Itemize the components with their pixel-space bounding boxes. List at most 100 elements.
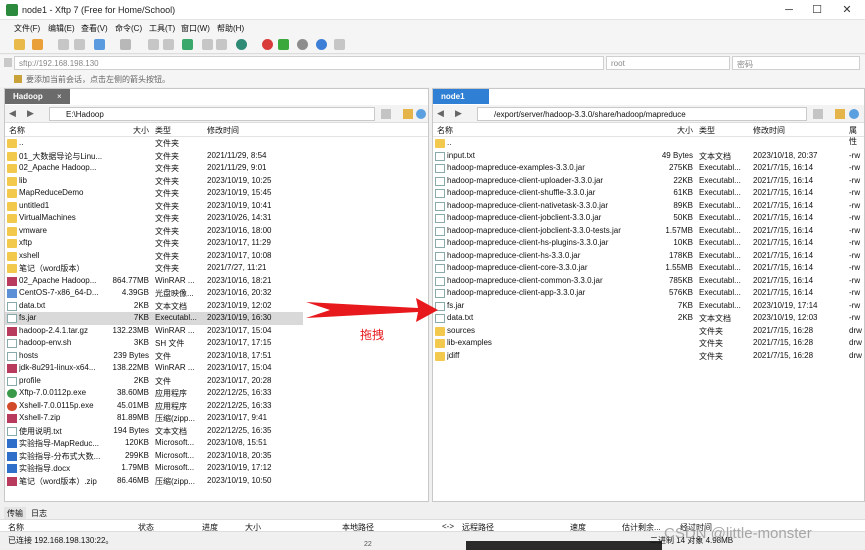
local-file-row[interactable]: Xftp-7.0.0112p.exe 38.60MB 应用程序 2022/12/25,… — [5, 387, 303, 400]
local-file-row[interactable]: 笔记（word版本） 文件夹 2021/7/27, 11:21 — [5, 262, 303, 275]
menu-help[interactable]: 帮助(H) — [217, 23, 244, 34]
remote-file-row[interactable]: hadoop-mapreduce-client-jobclient-3.3.0.… — [433, 212, 864, 225]
local-file-row[interactable]: data.txt 2KB 文本文档 2023/10/19, 12:02 — [5, 300, 303, 313]
remote-file-row[interactable]: hadoop-mapreduce-examples-3.3.0.jar 275KB… — [433, 162, 864, 175]
remote-file-row[interactable]: lib-examples 文件夹 2021/7/15, 16:28 drw — [433, 337, 864, 350]
local-file-row[interactable]: vmware 文件夹 2023/10/16, 18:00 — [5, 225, 303, 238]
local-file-row[interactable]: 实验指导-MapReduc... 120KB Microsoft... 2023/10… — [5, 437, 303, 450]
col-size[interactable]: 大小 — [677, 125, 693, 136]
bookmark-icon[interactable] — [813, 109, 823, 119]
remote-file-row[interactable]: input.txt 49 Bytes 文本文档 2023/10/18, 20:37 -r… — [433, 150, 864, 163]
local-file-row[interactable]: 实验指导-分布式大数... 299KB Microsoft... 2023/10/18… — [5, 450, 303, 463]
refresh-icon[interactable] — [416, 109, 426, 119]
remote-file-row[interactable]: hadoop-mapreduce-client-jobclient-3.3.0-… — [433, 225, 864, 238]
local-file-row[interactable]: MapReduceDemo 文件夹 2023/10/19, 15:45 — [5, 187, 303, 200]
upload-icon[interactable] — [202, 39, 213, 50]
local-file-row[interactable]: xftp 文件夹 2023/10/17, 11:29 — [5, 237, 303, 250]
close-icon[interactable]: ✕ — [832, 2, 862, 18]
close-icon[interactable]: × — [57, 92, 62, 101]
menu-tools[interactable]: 工具(T) — [149, 23, 175, 34]
remote-file-row[interactable]: hadoop-mapreduce-client-common-3.3.0.jar… — [433, 275, 864, 288]
local-file-row[interactable]: 实验指导.docx 1.79MB Microsoft... 2023/10/19, 1… — [5, 462, 303, 475]
remote-file-row[interactable]: hadoop-mapreduce-client-shuffle-3.3.0.ja… — [433, 187, 864, 200]
local-file-row[interactable]: 01_大数据导论与Linu... 文件夹 2021/11/29, 8:54 — [5, 150, 303, 163]
local-path-input[interactable]: E:\Hadoop — [49, 107, 375, 121]
local-file-row[interactable]: fs.jar 7KB Executabl... 2023/10/19, 16:30 — [5, 312, 303, 325]
tab-local[interactable]: Hadoop × — [5, 89, 70, 104]
local-file-row[interactable]: CentOS-7-x86_64-D... 4.39GB 光盘映像... 2023/10… — [5, 287, 303, 300]
password-input[interactable]: 密码 — [732, 56, 860, 70]
sync-icon[interactable] — [182, 39, 193, 50]
local-file-row[interactable]: hadoop-2.4.1.tar.gz 132.23MB WinRAR ... 202… — [5, 325, 303, 338]
local-file-row[interactable]: jdk-8u291-linux-x64... 138.22MB WinRAR ...… — [5, 362, 303, 375]
remote-file-row[interactable]: jdiff 文件夹 2021/7/15, 16:28 drw — [433, 350, 864, 363]
local-file-row[interactable]: hosts 239 Bytes 文件 2023/10/18, 17:51 — [5, 350, 303, 363]
forward-icon[interactable]: ▶ — [455, 108, 462, 119]
download-icon[interactable] — [216, 39, 227, 50]
username-input[interactable]: root — [606, 56, 730, 70]
globe-icon[interactable] — [236, 39, 247, 50]
back-icon[interactable]: ◀ — [437, 108, 444, 119]
local-file-row[interactable]: VirtualMachines 文件夹 2023/10/26, 14:31 — [5, 212, 303, 225]
menu-file[interactable]: 文件(F) — [14, 23, 40, 34]
col-name[interactable]: 名称 — [437, 125, 453, 136]
local-file-row[interactable]: xshell 文件夹 2023/10/17, 10:08 — [5, 250, 303, 263]
maximize-icon[interactable]: ☐ — [802, 2, 832, 18]
forward-icon[interactable]: ▶ — [27, 108, 34, 119]
menu-edit[interactable]: 编辑(E) — [48, 23, 75, 34]
gear-icon[interactable] — [297, 39, 308, 50]
remote-file-row[interactable]: hadoop-mapreduce-client-core-3.3.0.jar 1.… — [433, 262, 864, 275]
remote-file-row[interactable]: sources 文件夹 2021/7/15, 16:28 drw — [433, 325, 864, 338]
host-input[interactable]: sftp://192.168.198.130 — [14, 56, 604, 70]
remote-file-row[interactable]: hadoop-mapreduce-client-hs-3.3.0.jar 178K… — [433, 250, 864, 263]
new-tab-icon[interactable] — [94, 39, 105, 50]
local-file-row[interactable]: 笔记（word版本）.zip 86.46MB 压缩(zipp... 2023/10/1… — [5, 475, 303, 488]
local-file-row[interactable]: Xshell-7.0.0115p.exe 45.01MB 应用程序 2022/12/2… — [5, 400, 303, 413]
local-file-row[interactable]: 02_Apache Hadoop... 文件夹 2021/11/29, 9:01 — [5, 162, 303, 175]
local-file-row[interactable]: .. 文件夹 — [5, 137, 303, 150]
col-size[interactable]: 大小 — [133, 125, 149, 136]
back-icon[interactable]: ◀ — [9, 108, 16, 119]
remote-file-row[interactable]: hadoop-mapreduce-client-uploader-3.3.0.j… — [433, 175, 864, 188]
new-session-icon[interactable] — [14, 39, 25, 50]
local-file-row[interactable]: profile 2KB 文件 2023/10/17, 20:28 — [5, 375, 303, 388]
remote-file-row[interactable]: fs.jar 7KB Executabl... 2023/10/19, 17:14 -r… — [433, 300, 864, 313]
tcol-direction[interactable]: <-> — [442, 522, 454, 531]
col-modified[interactable]: 修改时间 — [753, 125, 785, 136]
col-type[interactable]: 类型 — [699, 125, 715, 136]
remote-file-row[interactable]: data.txt 2KB 文本文档 2023/10/19, 12:03 -rw — [433, 312, 864, 325]
remote-path-input[interactable]: /export/server/hadoop-3.3.0/share/hadoop… — [477, 107, 807, 121]
more-icon[interactable] — [334, 39, 345, 50]
local-file-row[interactable]: untitled1 文件夹 2023/10/19, 10:41 — [5, 200, 303, 213]
open-folder-icon[interactable] — [32, 39, 43, 50]
menu-command[interactable]: 命令(C) — [115, 23, 142, 34]
local-file-row[interactable]: lib 文件夹 2023/10/19, 10:25 — [5, 175, 303, 188]
col-type[interactable]: 类型 — [155, 125, 171, 136]
folder-up-icon[interactable] — [403, 109, 413, 119]
minimize-icon[interactable]: ─ — [774, 2, 804, 18]
tab-remote[interactable]: node1 — [433, 89, 489, 104]
xshell-icon[interactable] — [262, 39, 273, 50]
refresh-icon[interactable] — [849, 109, 859, 119]
paste-icon[interactable] — [163, 39, 174, 50]
local-file-row[interactable]: 02_Apache Hadoop... 864.77MB WinRAR ... 202… — [5, 275, 303, 288]
disconnect-icon[interactable] — [74, 39, 85, 50]
local-file-row[interactable]: Xshell-7.zip 81.89MB 压缩(zipp... 2023/10/17,… — [5, 412, 303, 425]
bookmark-icon[interactable] — [381, 109, 391, 119]
folder-up-icon[interactable] — [835, 109, 845, 119]
help-icon[interactable] — [316, 39, 327, 50]
copy-icon[interactable] — [148, 39, 159, 50]
local-file-row[interactable]: 使用说明.txt 194 Bytes 文本文档 2022/12/25, 16:35 — [5, 425, 303, 438]
col-name[interactable]: 名称 — [9, 125, 25, 136]
menu-view[interactable]: 查看(V) — [81, 23, 108, 34]
xftp-icon[interactable] — [278, 39, 289, 50]
transfer-icon[interactable] — [120, 39, 131, 50]
local-file-row[interactable]: hadoop-env.sh 3KB SH 文件 2023/10/17, 17:15 — [5, 337, 303, 350]
remote-file-row[interactable]: hadoop-mapreduce-client-app-3.3.0.jar 576… — [433, 287, 864, 300]
remote-file-row[interactable]: .. — [433, 137, 864, 150]
remote-file-row[interactable]: hadoop-mapreduce-client-hs-plugins-3.3.0… — [433, 237, 864, 250]
menu-window[interactable]: 窗口(W) — [181, 23, 210, 34]
remote-file-row[interactable]: hadoop-mapreduce-client-nativetask-3.3.0… — [433, 200, 864, 213]
connect-icon[interactable] — [58, 39, 69, 50]
col-modified[interactable]: 修改时间 — [207, 125, 239, 136]
